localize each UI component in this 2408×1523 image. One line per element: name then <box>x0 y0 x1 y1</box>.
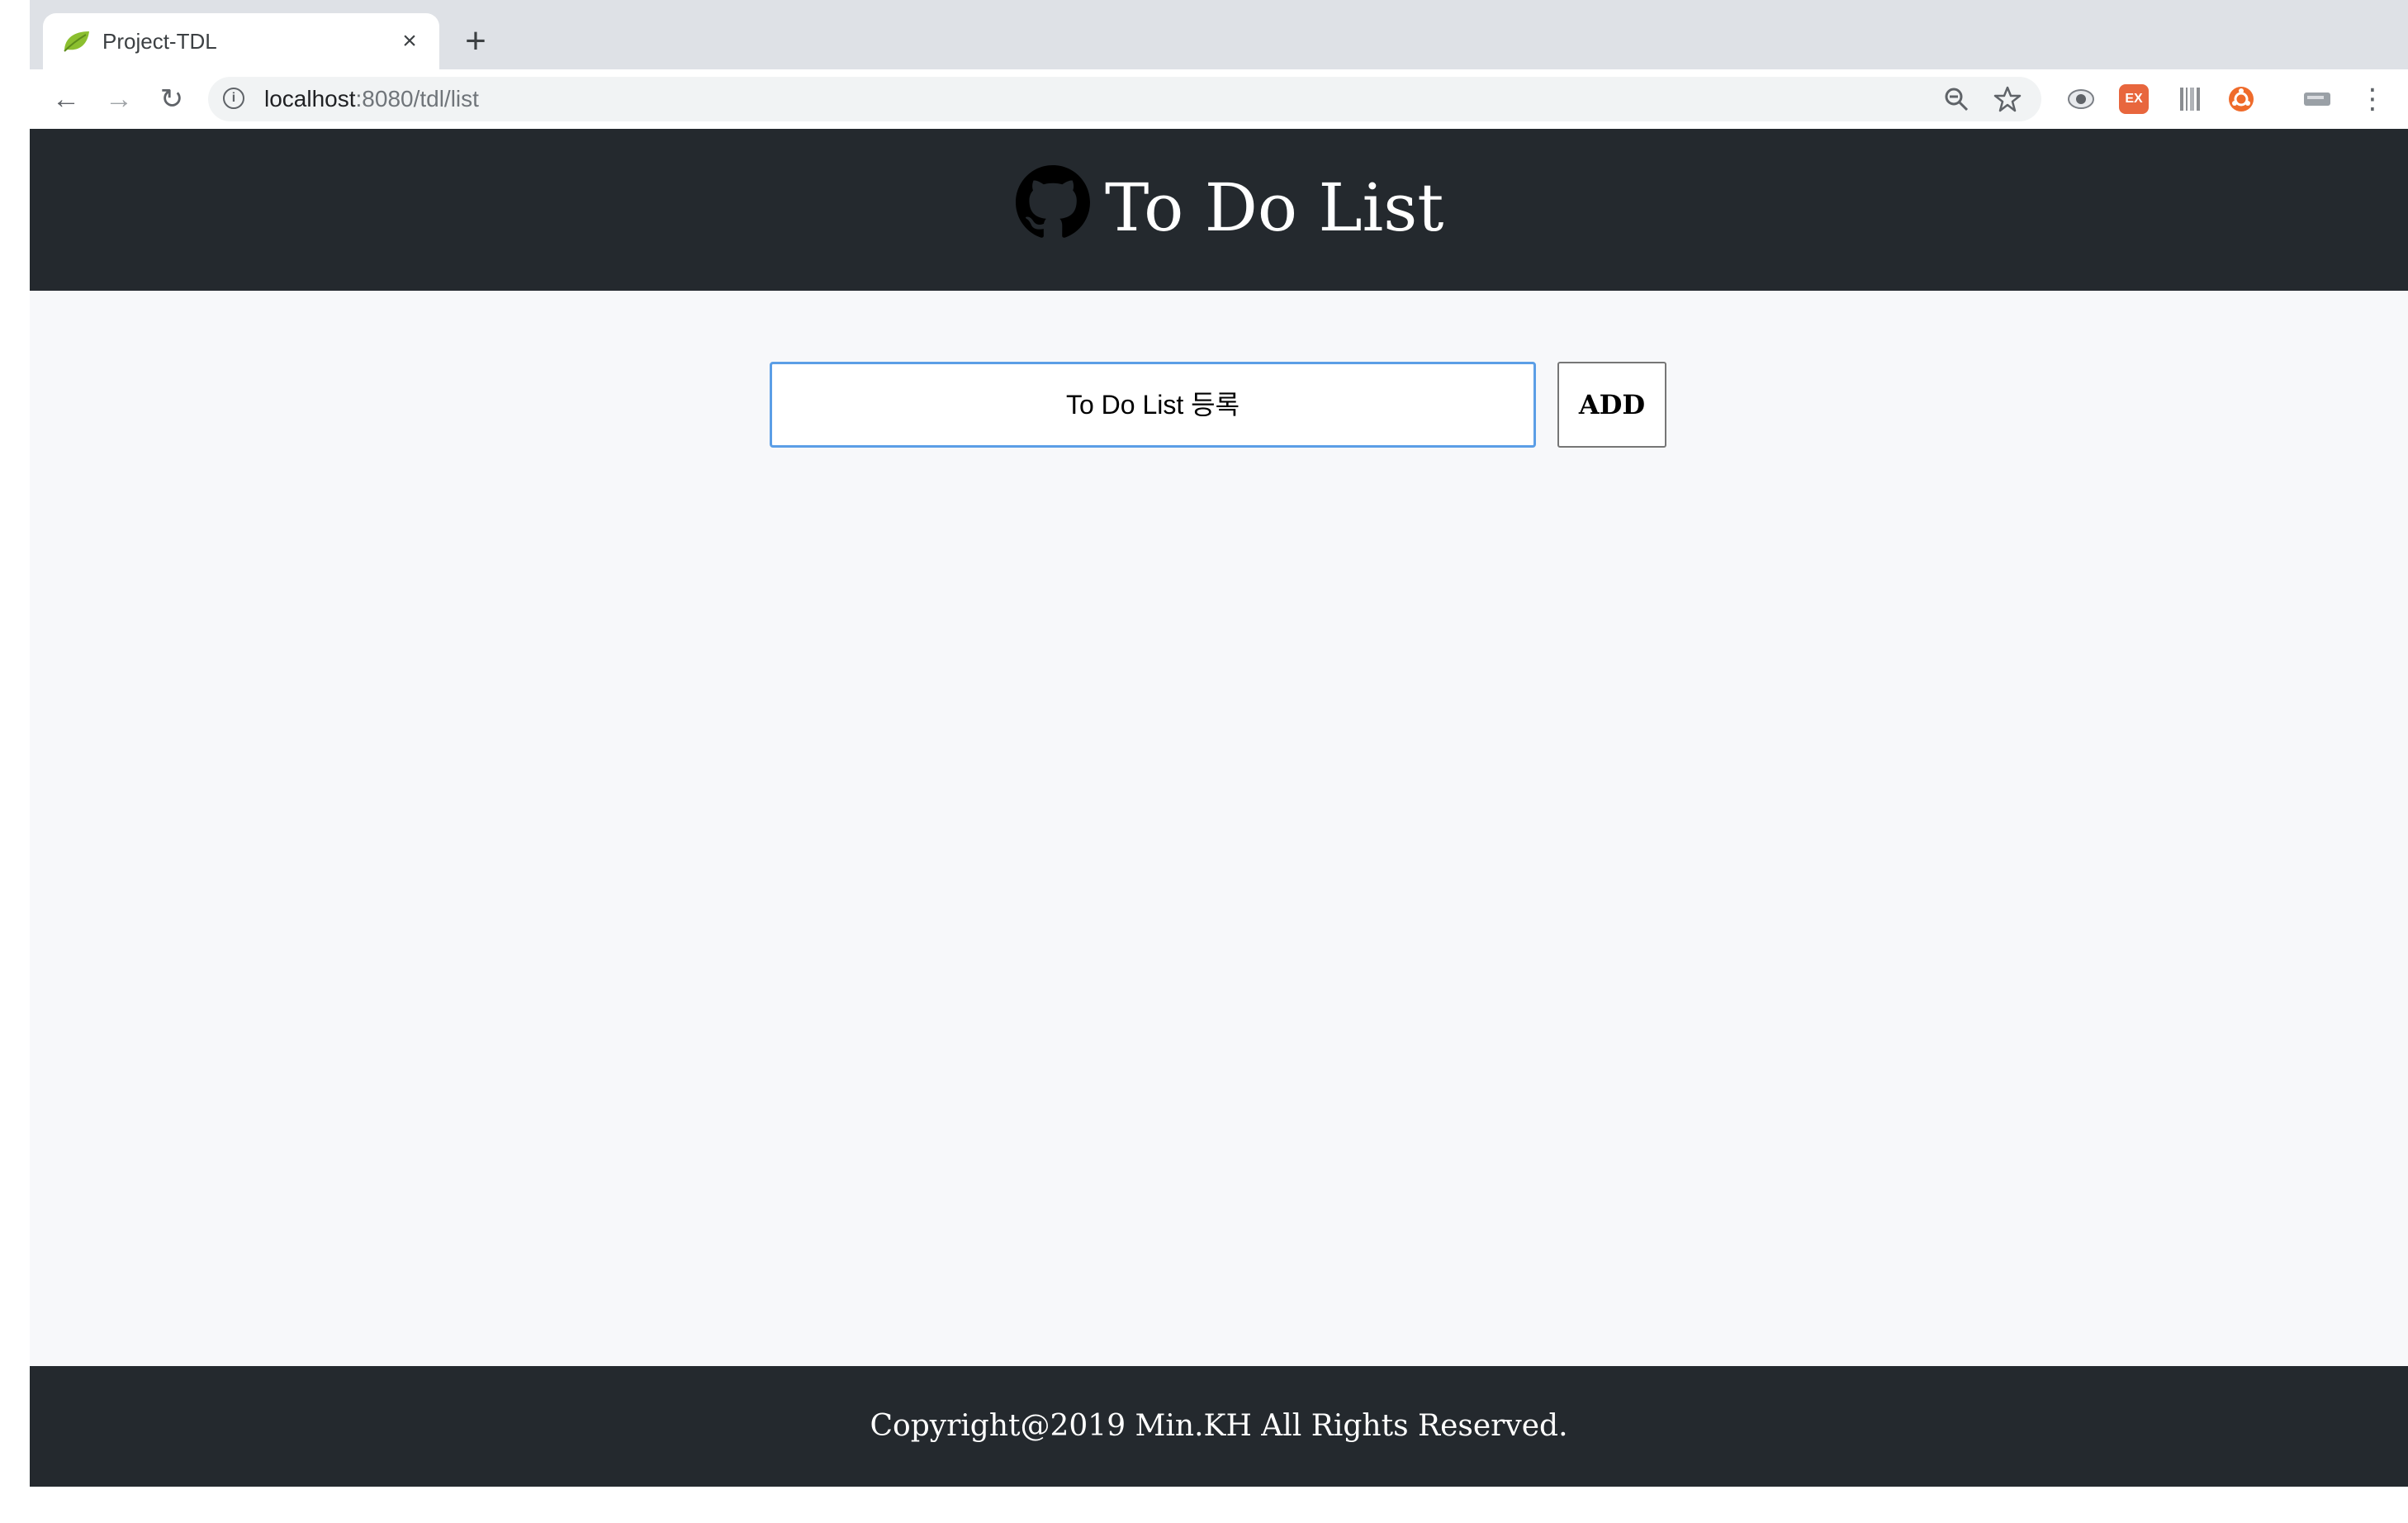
tab-strip: Project-TDL × + <box>0 0 2408 69</box>
forward-button[interactable]: → <box>102 83 135 116</box>
github-icon[interactable] <box>1016 165 1090 240</box>
tab-title: Project-TDL <box>102 29 217 54</box>
url-path: :8080/tdl/list <box>355 86 479 111</box>
new-tab-button[interactable]: + <box>459 23 492 59</box>
info-icon[interactable]: i <box>223 88 244 109</box>
ticket-extension-icon[interactable] <box>2302 84 2332 114</box>
reload-button[interactable]: ↻ <box>155 83 188 116</box>
ex-extension-icon[interactable]: EX <box>2119 84 2149 114</box>
address-bar[interactable]: i localhost:8080/tdl/list <box>208 77 2041 121</box>
page-content: To Do List ADD Copyright@2019 Min.KH All… <box>30 129 2408 1487</box>
ubuntu-extension-icon[interactable] <box>2226 84 2256 114</box>
star-icon[interactable] <box>1993 85 2022 113</box>
window-edge <box>0 0 30 69</box>
kebab-menu-icon[interactable]: ⋮ <box>2358 81 2387 117</box>
browser-tab[interactable]: Project-TDL × <box>43 13 439 69</box>
page-title: To Do List <box>1105 169 1444 246</box>
zoom-out-icon[interactable] <box>1942 85 1970 113</box>
todo-input[interactable] <box>770 362 1536 448</box>
browser-toolbar: ← → ↻ i localhost:8080/tdl/list <box>0 69 2408 129</box>
back-button[interactable]: ← <box>50 83 83 116</box>
address-url[interactable]: localhost:8080/tdl/list <box>264 83 479 115</box>
url-host: localhost <box>264 86 356 111</box>
site-header: To Do List <box>30 129 2408 291</box>
close-tab-icon[interactable]: × <box>396 28 423 55</box>
site-footer: Copyright@2019 Min.KH All Rights Reserve… <box>30 1366 2408 1487</box>
barcode-extension-icon[interactable] <box>2175 84 2205 114</box>
add-button[interactable]: ADD <box>1557 362 1666 448</box>
copyright-text: Copyright@2019 Min.KH All Rights Reserve… <box>870 1409 1568 1443</box>
spring-leaf-icon <box>64 31 89 52</box>
eye-extension-icon[interactable] <box>2066 84 2096 114</box>
